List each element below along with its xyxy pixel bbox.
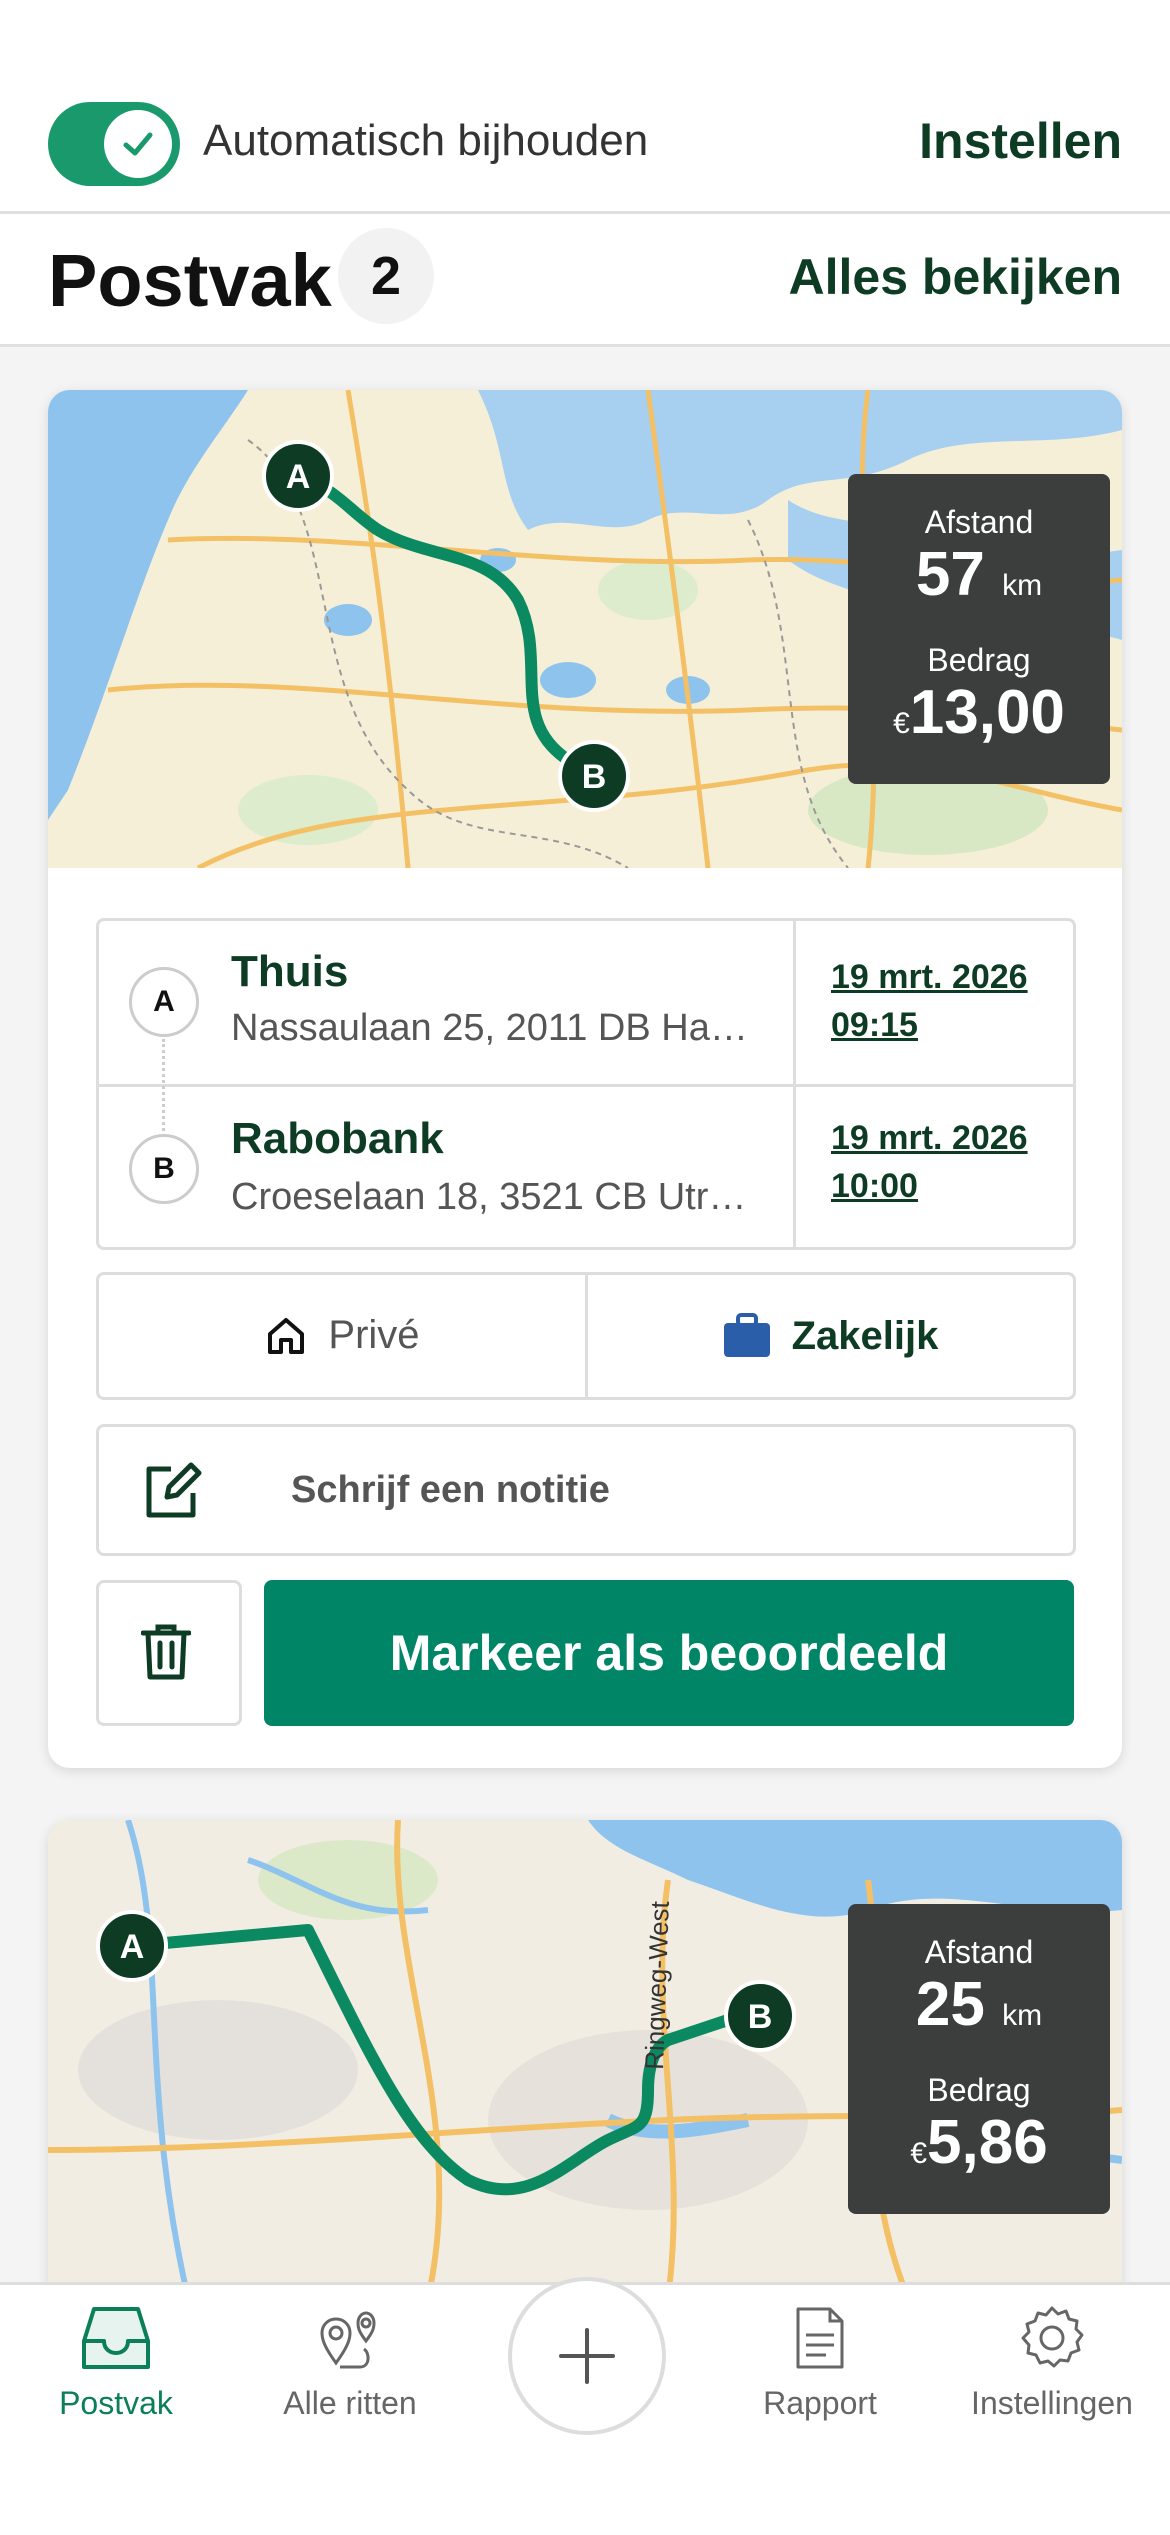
home-icon [268,1317,305,1354]
distance-label: Afstand [924,504,1034,540]
end-marker: B [558,740,630,812]
trip-card: Ringweg-West A B Afstand 25 km Bedrag €5… [48,1820,1122,2340]
mark-reviewed-button[interactable]: Markeer als beoordeeld [264,1580,1074,1726]
amount-value: 5,86 [927,2108,1048,2177]
trip-map[interactable]: A B Afstand 57 km Bedrag €13,00 [48,390,1122,868]
nav-rapport[interactable]: Rapport [720,2305,920,2422]
svg-text:A: A [120,1928,145,1966]
nav-rapport-label: Rapport [763,2385,877,2421]
amount-label: Bedrag [927,642,1031,678]
svg-text:B: B [748,1998,773,2036]
document-icon [796,2307,844,2369]
view-all-link[interactable]: Alles bekijken [789,248,1123,306]
svg-text:A: A [286,458,311,496]
route-details: A Thuis Nassaulaan 25, 2011 DB Haa... 19… [96,918,1076,1250]
note-placeholder: Schrijf een notitie [291,1469,610,1511]
gear-icon [1021,2306,1084,2368]
trip-stats-panel: Afstand 57 km Bedrag €13,00 [848,474,1110,784]
amount-label: Bedrag [927,2072,1031,2108]
distance-label: Afstand [924,1934,1034,1970]
trip-card: A B Afstand 57 km Bedrag €13,00 A Thuis … [48,390,1122,1768]
settings-link[interactable]: Instellen [919,112,1122,170]
business-label: Zakelijk [791,1313,939,1358]
trip-map[interactable]: Ringweg-West A B Afstand 25 km Bedrag €5… [48,1820,1122,2298]
distance-unit: km [1002,1999,1043,2032]
inbox-count-badge: 2 [338,228,434,324]
add-trip-button[interactable] [508,2277,666,2435]
checkmark-icon [123,132,153,156]
inbox-icon [82,2307,150,2369]
route-pins-icon [320,2311,376,2369]
private-label: Privé [328,1313,420,1357]
inbox-header: Postvak 2 Alles bekijken [0,214,1170,347]
currency-symbol: € [893,707,910,740]
nav-postvak[interactable]: Postvak [16,2305,216,2422]
end-time: 10:00 [831,1167,918,1205]
end-address: Croeselaan 18, 3521 CB Utre... [231,1176,761,1218]
business-button[interactable]: Zakelijk [587,1275,1073,1397]
briefcase-icon [723,1313,770,1357]
auto-track-label: Automatisch bijhouden [203,116,649,165]
amount-value-row: €5,86 [848,2109,1110,2188]
trip-stats-panel: Afstand 25 km Bedrag €5,86 [848,1904,1110,2214]
start-marker: A [262,440,334,512]
toggle-knob [104,110,172,178]
nav-postvak-label: Postvak [59,2385,173,2421]
start-point-badge: A [129,967,199,1037]
amount-value: 13,00 [909,678,1065,747]
distance-value-row: 25 km [848,1971,1110,2050]
page-title: Postvak [48,239,332,322]
distance-unit: km [1002,569,1043,602]
end-datetime-link[interactable]: 19 mrt. 2026 10:00 [831,1114,1028,1210]
delete-button[interactable] [96,1580,242,1726]
plus-icon [559,2328,615,2384]
top-bar: Automatisch bijhouden Instellen [0,0,1170,214]
start-place-name: Thuis [231,947,349,996]
end-date: 19 mrt. 2026 [831,1119,1028,1157]
note-input[interactable]: Schrijf een notitie [96,1424,1076,1556]
nav-instellingen[interactable]: Instellingen [952,2305,1152,2422]
svg-text:B: B [582,758,607,796]
end-point-badge: B [129,1134,199,1204]
bottom-navigation: Postvak Alle ritten Rapport Instellingen [0,2277,1170,2535]
distance-value: 57 [915,540,985,609]
route-end-row: B Rabobank Croeselaan 18, 3521 CB Utre..… [99,1084,1073,1247]
distance-value-row: 57 km [848,541,1110,620]
auto-track-toggle[interactable] [48,102,180,186]
start-address: Nassaulaan 25, 2011 DB Haa... [231,1007,761,1049]
start-date: 19 mrt. 2026 [831,958,1028,996]
private-button[interactable]: Privé [99,1275,588,1397]
end-marker: B [724,1980,796,2052]
start-datetime-link[interactable]: 19 mrt. 2026 09:15 [831,953,1028,1049]
start-marker: A [96,1910,168,1982]
start-time: 09:15 [831,1006,918,1044]
route-column-divider [793,921,796,1247]
map-street-label: Ringweg-West [639,1900,675,2070]
trash-icon [141,1624,191,1680]
amount-value-row: €13,00 [848,679,1110,758]
end-place-name: Rabobank [231,1114,444,1163]
edit-note-icon [146,1462,202,1518]
nav-alle-ritten[interactable]: Alle ritten [250,2305,450,2422]
distance-value: 25 [915,1970,985,2039]
route-start-row: A Thuis Nassaulaan 25, 2011 DB Haa... 19… [99,921,1073,1131]
currency-symbol: € [910,2137,927,2170]
trip-type-selector: Privé Zakelijk [96,1272,1076,1400]
nav-alle-ritten-label: Alle ritten [283,2385,417,2421]
nav-instellingen-label: Instellingen [971,2385,1133,2421]
